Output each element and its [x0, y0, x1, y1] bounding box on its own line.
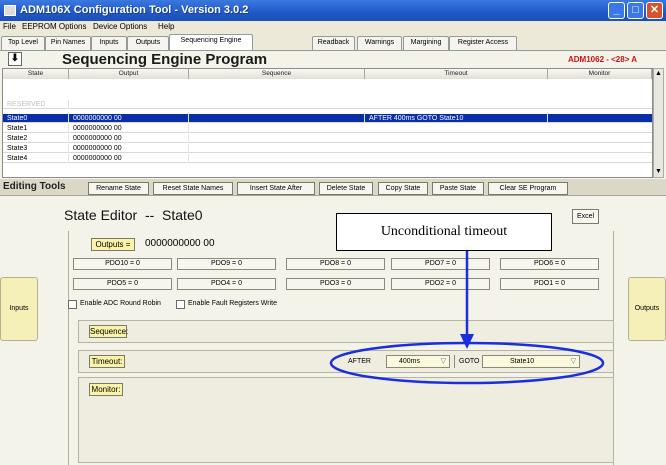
- delete-state-button[interactable]: Delete State: [319, 182, 373, 195]
- tab-readback[interactable]: Readback: [312, 36, 355, 50]
- insert-state-after-button[interactable]: Insert State After: [237, 182, 315, 195]
- scroll-up-icon[interactable]: ▲: [654, 69, 663, 79]
- monitor-section: Monitor:: [78, 377, 614, 463]
- cell-state: State4: [3, 154, 69, 163]
- app-icon[interactable]: [4, 5, 16, 16]
- pdo6-toggle[interactable]: PDO6 = 0: [500, 258, 599, 270]
- rename-state-button[interactable]: Rename State: [88, 182, 149, 195]
- cell-state: State0: [3, 114, 69, 123]
- table-row[interactable]: State2 0000000000 00: [3, 134, 652, 143]
- table-row[interactable]: RESERVED: [3, 100, 652, 109]
- pdo5-toggle[interactable]: PDO5 = 0: [73, 278, 172, 290]
- tab-bar: Top Level Pin Names Inputs Outputs Seque…: [0, 34, 666, 50]
- timeout-duration-value: 400ms: [399, 358, 421, 365]
- state-editor-label: State Editor: [64, 207, 138, 223]
- reset-state-names-button[interactable]: Reset State Names: [153, 182, 233, 195]
- cell-state: State2: [3, 134, 69, 143]
- state-table: State Output Sequence Timeout Monitor RE…: [2, 68, 653, 178]
- goto-label: GOTO: [454, 355, 479, 368]
- column-header-monitor[interactable]: Monitor: [548, 69, 652, 79]
- tab-sequencing-engine[interactable]: Sequencing Engine: [169, 34, 253, 50]
- maximize-button[interactable]: □: [627, 2, 644, 19]
- pdo9-toggle[interactable]: PDO9 = 0: [177, 258, 276, 270]
- down-arrow-icon[interactable]: ⬇: [8, 52, 22, 66]
- menu-bar: File EEPROM Options Device Options Help: [0, 21, 666, 34]
- pdo10-toggle[interactable]: PDO10 = 0: [73, 258, 172, 270]
- table-scrollbar[interactable]: ▲ ▼: [653, 68, 664, 178]
- title-bar: ADM106X Configuration Tool - Version 3.0…: [0, 0, 666, 21]
- adc-round-robin-label: Enable ADC Round Robin: [80, 300, 161, 307]
- sequence-section: Sequence:: [78, 320, 614, 343]
- chevron-down-icon[interactable]: ▽: [571, 356, 576, 367]
- timeout-button[interactable]: Timeout:: [89, 355, 125, 368]
- tab-register-access[interactable]: Register Access: [449, 36, 517, 50]
- adc-round-robin-checkbox[interactable]: [68, 300, 77, 309]
- timeout-duration-dropdown[interactable]: 400ms ▽: [386, 355, 450, 368]
- paste-state-button[interactable]: Paste State: [432, 182, 484, 195]
- copy-state-button[interactable]: Copy State: [378, 182, 428, 195]
- page-title: Sequencing Engine Program: [62, 51, 268, 68]
- table-row[interactable]: State3 0000000000 00: [3, 144, 652, 153]
- clear-se-program-button[interactable]: Clear SE Program: [488, 182, 568, 195]
- scroll-down-icon[interactable]: ▼: [654, 167, 663, 177]
- menu-eeprom-options[interactable]: EEPROM Options: [22, 22, 86, 31]
- close-button[interactable]: ✕: [646, 2, 663, 19]
- tab-margining[interactable]: Margining: [403, 36, 449, 50]
- cell-output: 0000000000 00: [69, 144, 189, 153]
- sequence-button[interactable]: Sequence:: [89, 325, 128, 338]
- chevron-down-icon[interactable]: ▽: [441, 356, 446, 367]
- monitor-button[interactable]: Monitor:: [89, 383, 123, 396]
- table-row[interactable]: State4 0000000000 00: [3, 154, 652, 163]
- table-row[interactable]: State1 0000000000 00: [3, 124, 652, 133]
- tab-outputs[interactable]: Outputs: [127, 36, 169, 50]
- column-header-state[interactable]: State: [3, 69, 69, 79]
- goto-state-value: State10: [510, 358, 535, 365]
- outputs-button[interactable]: Outputs =: [91, 238, 135, 251]
- pdo1-toggle[interactable]: PDO1 = 0: [500, 278, 599, 290]
- column-header-sequence[interactable]: Sequence: [189, 69, 365, 79]
- window-title: ADM106X Configuration Tool - Version 3.0…: [20, 4, 249, 16]
- goto-state-dropdown[interactable]: State10 ▽: [482, 355, 580, 368]
- state-editor-state-name: State0: [162, 207, 203, 223]
- cell-state: State3: [3, 144, 69, 153]
- tab-top-level[interactable]: Top Level: [1, 36, 45, 50]
- editing-tools-label: Editing Tools: [3, 181, 66, 192]
- pdo2-toggle[interactable]: PDO2 = 0: [391, 278, 490, 290]
- menu-file[interactable]: File: [3, 22, 16, 31]
- tab-inputs[interactable]: Inputs: [91, 36, 127, 50]
- cell-sequence: [189, 114, 365, 123]
- cell-timeout: AFTER 400ms GOTO State10: [365, 114, 548, 123]
- column-header-timeout[interactable]: Timeout: [365, 69, 548, 79]
- menu-device-options[interactable]: Device Options: [93, 22, 147, 31]
- menu-help[interactable]: Help: [158, 22, 174, 31]
- outputs-value: 0000000000 00: [145, 238, 215, 249]
- device-label: ADM1062 - <28> A: [568, 55, 638, 64]
- cell-output: 0000000000 00: [69, 154, 189, 163]
- tab-warnings[interactable]: Warnings: [357, 36, 402, 50]
- annotation-callout: Unconditional timeout: [336, 213, 552, 251]
- minimize-button[interactable]: _: [608, 2, 625, 19]
- pdo4-toggle[interactable]: PDO4 = 0: [177, 278, 276, 290]
- fault-registers-write-label: Enable Fault Registers Write: [188, 300, 277, 307]
- state-editor-separator: --: [144, 207, 155, 223]
- column-header-output[interactable]: Output: [69, 69, 189, 79]
- cell-state: RESERVED: [3, 100, 69, 109]
- cell-output: 0000000000 00: [69, 124, 189, 133]
- after-label: AFTER: [348, 358, 371, 365]
- cell-output: 0000000000 00: [69, 114, 189, 123]
- table-row-selected[interactable]: State0 0000000000 00 AFTER 400ms GOTO St…: [3, 114, 652, 123]
- tab-pin-names[interactable]: Pin Names: [45, 36, 91, 50]
- pdo7-toggle[interactable]: PDO7 = 0: [391, 258, 490, 270]
- pdo8-toggle[interactable]: PDO8 = 0: [286, 258, 385, 270]
- state-editor-title: State Editor -- State0: [64, 207, 203, 223]
- inputs-side-button[interactable]: Inputs: [0, 277, 38, 341]
- excel-button[interactable]: Excel: [572, 209, 599, 224]
- outputs-side-button[interactable]: Outputs: [628, 277, 666, 341]
- cell-output: 0000000000 00: [69, 134, 189, 143]
- pdo3-toggle[interactable]: PDO3 = 0: [286, 278, 385, 290]
- fault-registers-write-checkbox[interactable]: [176, 300, 185, 309]
- cell-state: State1: [3, 124, 69, 133]
